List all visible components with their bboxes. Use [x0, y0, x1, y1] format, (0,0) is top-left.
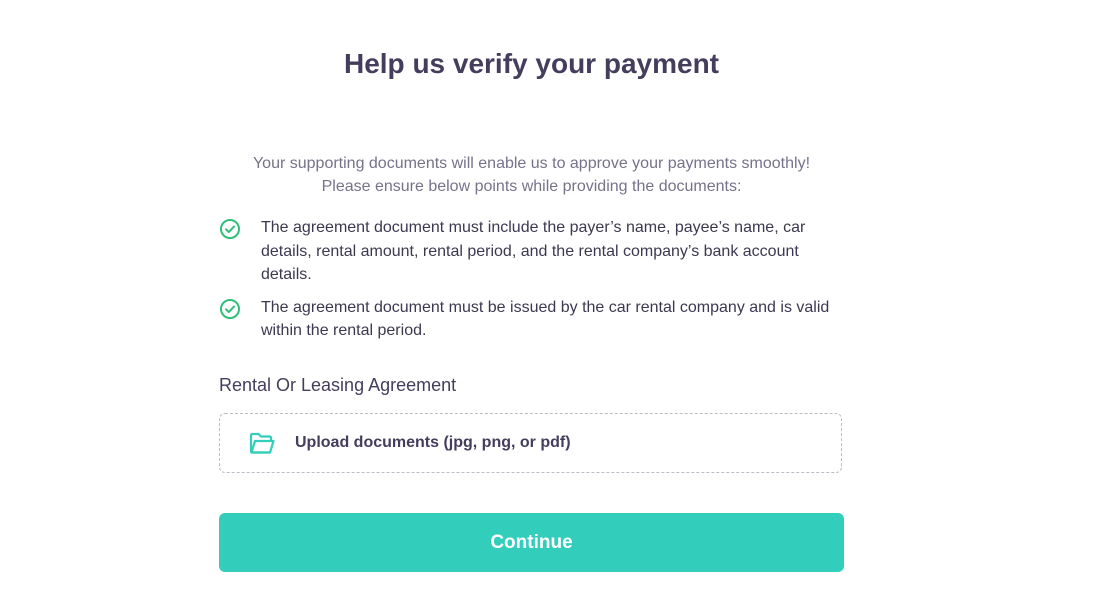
document-section-label: Rental Or Leasing Agreement	[219, 375, 457, 395]
requirement-text: The agreement document must include the …	[261, 219, 806, 283]
intro-line-2: Please ensure below points while providi…	[321, 178, 742, 195]
verify-payment-page: Help us verify your payment Your support…	[0, 0, 1099, 616]
intro-line-1: Your supporting documents will enable us…	[252, 155, 811, 172]
check-circle-icon	[220, 298, 240, 319]
upload-documents-dropzone[interactable]: Upload documents (jpg, png, or pdf)	[219, 413, 842, 473]
requirement-text: The agreement document must be issued by…	[261, 298, 830, 340]
continue-button[interactable]: Continue	[219, 513, 844, 572]
requirement-item: The agreement document must include the …	[219, 216, 847, 287]
requirement-item: The agreement document must be issued by…	[219, 296, 847, 343]
upload-label: Upload documents (jpg, png, or pdf)	[295, 434, 571, 451]
folder-open-icon	[249, 432, 275, 454]
check-circle-icon	[220, 219, 240, 239]
requirements-list: The agreement document must include the …	[219, 216, 847, 352]
intro-text: Your supporting documents will enable us…	[219, 152, 844, 198]
page-title: Help us verify your payment	[343, 48, 719, 79]
